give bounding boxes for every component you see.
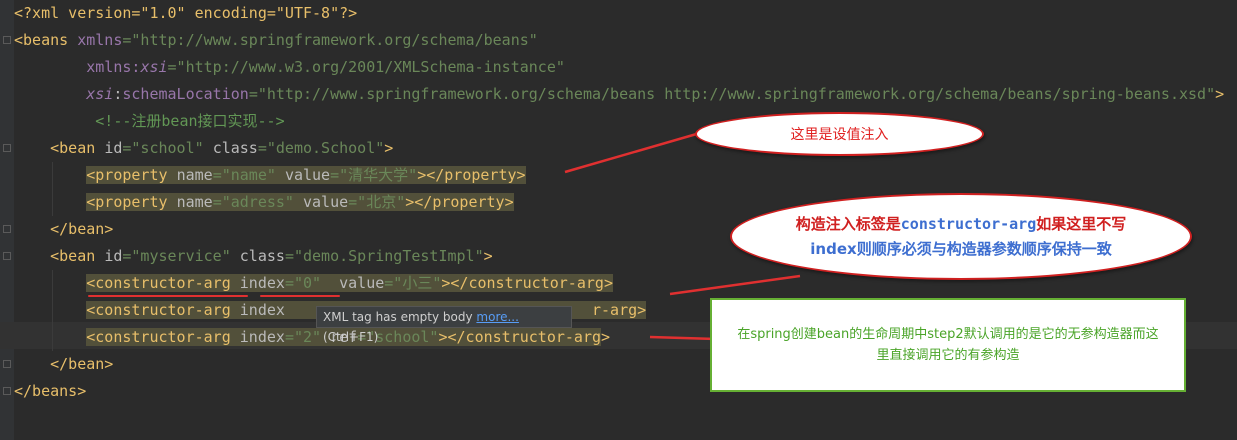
- ctor-note-code: constructor-arg: [900, 214, 1037, 233]
- arrow-setter: [564, 131, 701, 174]
- lifecycle-note-box: 在spring创建bean的生命周期中step2默认调用的是它的无参构造器而这里…: [710, 298, 1186, 392]
- arrow-lifecycle: [649, 335, 717, 341]
- ctor-note-index: index: [810, 239, 857, 258]
- constructor-injection-callout: 构造注入标签是constructor-arg如果这里不写 index则顺序必须与…: [730, 193, 1192, 280]
- lifecycle-note: 在spring创建bean的生命周期中step2默认调用的是它的无参构造器而这里…: [737, 327, 1159, 363]
- ctor-note-part-2: 如果这里不写: [1036, 214, 1127, 233]
- ctor-note-part-4: 则顺序必须与构造器参数顺序保持一致: [856, 239, 1112, 258]
- setter-note: 这里是设值注入: [790, 127, 889, 143]
- ctor-note-part-1: 构造注入标签是: [795, 214, 901, 233]
- setter-injection-callout: 这里是设值注入: [695, 112, 984, 156]
- arrow-ctor: [669, 274, 801, 296]
